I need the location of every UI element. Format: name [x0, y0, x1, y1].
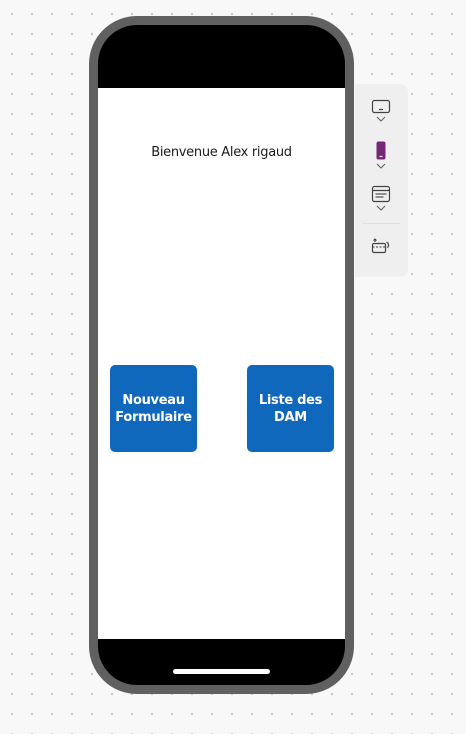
tablet-landscape-icon	[371, 99, 391, 114]
device-frame: Bienvenue Alex rigaud Nouveau Formulaire…	[89, 16, 354, 694]
chevron-down-icon	[376, 205, 386, 211]
home-indicator	[173, 669, 270, 674]
dam-list-button[interactable]: Liste des DAM	[247, 365, 334, 452]
device-toolbar	[355, 84, 408, 277]
tablet-size-button[interactable]	[368, 98, 394, 136]
dam-list-label-line2: DAM	[274, 409, 307, 425]
chevron-down-icon	[376, 163, 386, 169]
new-form-label-line1: Nouveau	[122, 392, 185, 408]
fit-to-screen-button[interactable]	[368, 237, 394, 275]
welcome-label: Bienvenue Alex rigaud	[151, 145, 292, 160]
new-form-label-line2: Formulaire	[115, 409, 192, 425]
chevron-down-icon	[376, 116, 386, 122]
toolbar-divider	[363, 223, 400, 224]
dam-list-label-line1: Liste des	[258, 392, 323, 408]
app-screen: Bienvenue Alex rigaud Nouveau Formulaire…	[98, 88, 345, 639]
layout-icon	[371, 185, 391, 203]
layout-button[interactable]	[368, 185, 394, 223]
phone-size-button[interactable]	[368, 141, 394, 179]
phone-portrait-icon	[376, 141, 386, 160]
fit-to-screen-icon	[371, 238, 390, 254]
new-form-button[interactable]: Nouveau Formulaire	[110, 365, 197, 452]
